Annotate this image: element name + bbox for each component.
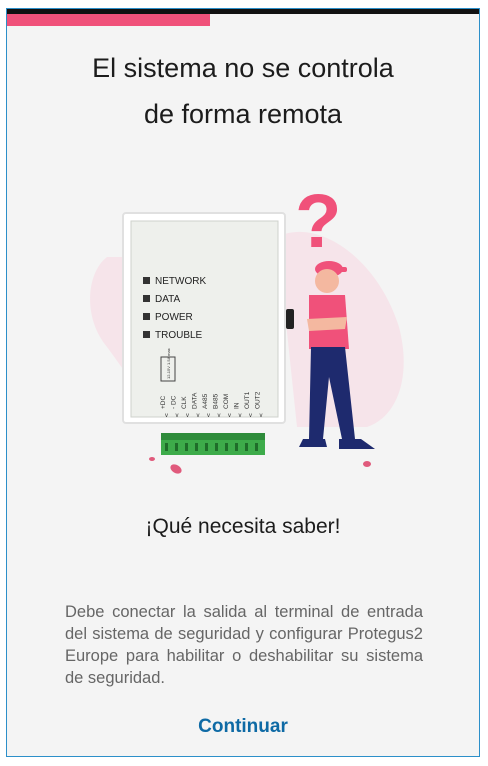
person-arms [307, 317, 347, 331]
terminal-arrow: v [228, 413, 231, 419]
terminal-screw [205, 443, 208, 451]
led-label-trouble: TROUBLE [155, 330, 203, 341]
leaf [170, 464, 182, 474]
question-mark: ? [295, 179, 341, 264]
progress-bar [7, 14, 479, 26]
led-power [143, 313, 150, 320]
terminal-label: OUT2 [255, 391, 262, 409]
terminal-screw [215, 443, 218, 451]
terminal-label: CLK [181, 396, 188, 409]
panel-side-clip [286, 309, 294, 329]
psu-label: 12-15V 1.5A max [166, 348, 171, 379]
terminal-screw [245, 443, 248, 451]
progress-fill [7, 14, 210, 26]
person-shoe-right [339, 439, 375, 449]
terminal-screw [255, 443, 258, 451]
terminal-screw [235, 443, 238, 451]
terminal-label: B485 [213, 393, 220, 409]
terminal-arrow: v [176, 413, 179, 419]
terminal-arrow: v [207, 413, 210, 419]
led-label-power: POWER [155, 312, 193, 323]
terminal-arrow: v [218, 413, 221, 419]
terminal-screw [165, 443, 168, 451]
terminal-arrow: v [239, 413, 242, 419]
terminal-arrow: v [260, 413, 263, 419]
led-label-network: NETWORK [155, 276, 206, 287]
app-screen: El sistema no se controla de forma remot… [6, 8, 480, 757]
person-shoe-left [299, 439, 327, 447]
terminal-screw [185, 443, 188, 451]
leaf [149, 457, 155, 461]
terminal-arrow: v [197, 413, 200, 419]
control-panel-illustration: NETWORK DATA POWER TROUBLE 12-15V 1.5A m… [90, 179, 404, 474]
title-line-2: de forma remota [143, 99, 343, 129]
panel-face [130, 220, 279, 418]
terminal-screw [195, 443, 198, 451]
leaf [363, 461, 371, 467]
terminal-arrow: v [249, 413, 252, 419]
terminal-label: A485 [202, 393, 209, 409]
led-data [143, 295, 150, 302]
terminal-screw [225, 443, 228, 451]
info-heading: ¡Qué necesita saber! [145, 515, 341, 538]
terminal-screw [175, 443, 178, 451]
title-line-1: El sistema no se controla [92, 53, 394, 83]
continue-button[interactable]: Continuar [7, 712, 479, 742]
terminal-label: COM [223, 394, 230, 409]
led-trouble [143, 331, 150, 338]
terminal-label: IN [234, 402, 241, 409]
page-title: El sistema no se controla de forma remot… [7, 45, 479, 137]
info-description: Debe conectar la salida al terminal de e… [65, 603, 423, 687]
terminal-label: +DC [160, 396, 167, 409]
terminal-label: DATA [192, 392, 199, 409]
led-label-data: DATA [155, 294, 181, 305]
terminal-block-top [161, 433, 265, 440]
led-network [143, 277, 150, 284]
terminal-label: - DC [171, 395, 178, 409]
terminal-arrow: v [186, 413, 189, 419]
terminal-label: OUT1 [244, 391, 251, 409]
terminal-arrow: v [165, 413, 168, 419]
person-head [315, 269, 339, 293]
